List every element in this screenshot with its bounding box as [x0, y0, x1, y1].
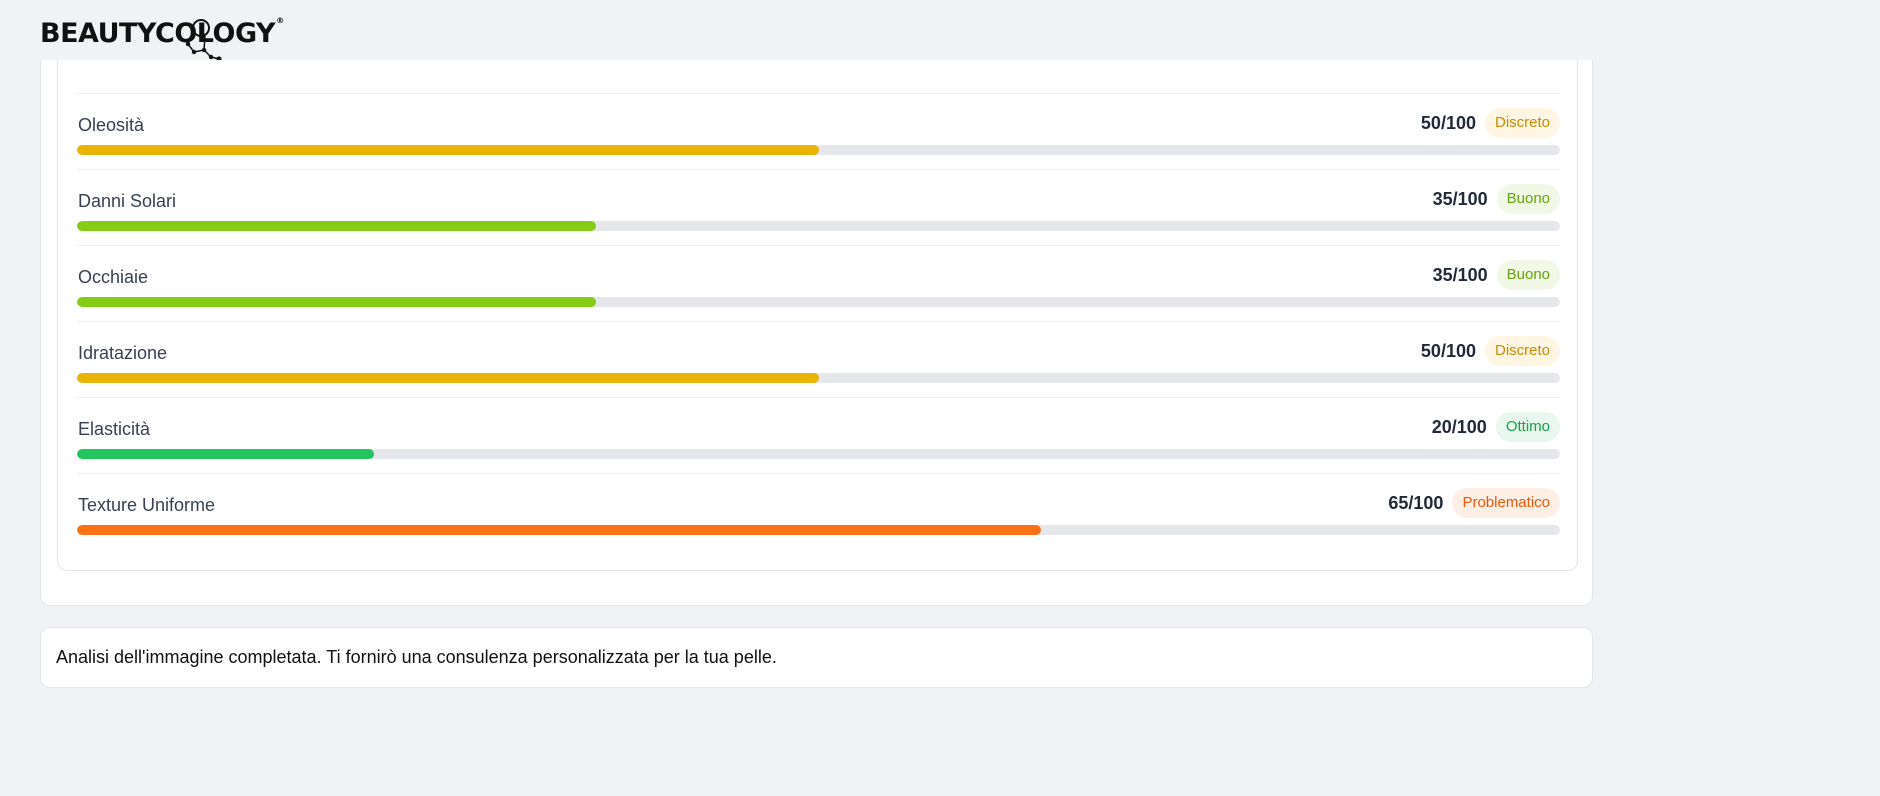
metric-score-group: 50/100 Discreto: [1421, 108, 1560, 138]
progress-fill: [77, 373, 819, 383]
progress-track: [77, 145, 1560, 155]
metric-label: Idratazione: [78, 343, 168, 363]
progress-track: [77, 525, 1560, 535]
metric-label: Texture Uniforme: [78, 495, 216, 515]
metric-row: Occhiaie 35/100 Buono: [77, 245, 1560, 322]
molecule-icon: [185, 19, 222, 62]
skin-metrics-panel: Oleosità 50/100 Discreto Danni Solari 35/100…: [57, 60, 1578, 571]
metric-row: Texture Uniforme 65/100 Problematico: [77, 473, 1560, 550]
brand-logo[interactable]: BEAUTYCOLOGY®: [40, 14, 290, 64]
metric-score-group: 35/100 Buono: [1433, 184, 1560, 214]
metric-row: Idratazione 50/100 Discreto: [77, 321, 1560, 398]
metric-row: Elasticità 20/100 Ottimo: [77, 397, 1560, 474]
metric-label: Oleosità: [78, 115, 145, 135]
progress-track: [77, 449, 1560, 459]
progress-track: [77, 221, 1560, 231]
metric-row: Danni Solari 35/100 Buono: [77, 169, 1560, 246]
progress-fill: [77, 449, 374, 459]
metric-score-group: 20/100 Ottimo: [1432, 412, 1560, 442]
progress-fill: [77, 221, 597, 231]
progress-track: [77, 297, 1560, 307]
status-badge: Buono: [1496, 260, 1560, 290]
metric-score-group: 35/100 Buono: [1433, 260, 1560, 290]
status-badge: Problematico: [1452, 488, 1560, 518]
assistant-message: Analisi dell'immagine completata. Ti for…: [40, 627, 1593, 688]
metric-score: 50/100: [1420, 340, 1476, 361]
status-badge: Ottimo: [1495, 412, 1560, 442]
status-badge: Buono: [1496, 184, 1560, 214]
metric-score-group: 50/100 Discreto: [1421, 336, 1560, 366]
metric-score-group: 65/100 Problematico: [1388, 488, 1560, 518]
metric-label: Danni Solari: [78, 191, 177, 211]
metric-score: 65/100: [1388, 492, 1444, 513]
message-text: Analisi dell'immagine completata. Ti for…: [56, 647, 777, 667]
metric-score: 35/100: [1432, 188, 1488, 209]
status-badge: Discreto: [1484, 108, 1560, 138]
metric-label: Occhiaie: [78, 267, 149, 287]
progress-fill: [77, 145, 819, 155]
status-badge: Discreto: [1484, 336, 1560, 366]
progress-fill: [77, 525, 1041, 535]
progress-track: [77, 373, 1560, 383]
analysis-card: Oleosità 50/100 Discreto Danni Solari 35/100…: [40, 60, 1593, 606]
metric-label: Elasticità: [78, 419, 151, 439]
metric-score: 35/100: [1432, 264, 1488, 285]
metric-score: 20/100: [1431, 416, 1487, 437]
metric-score: 50/100: [1420, 112, 1476, 133]
progress-fill: [77, 297, 597, 307]
metric-row: Oleosità 50/100 Discreto: [77, 93, 1560, 170]
